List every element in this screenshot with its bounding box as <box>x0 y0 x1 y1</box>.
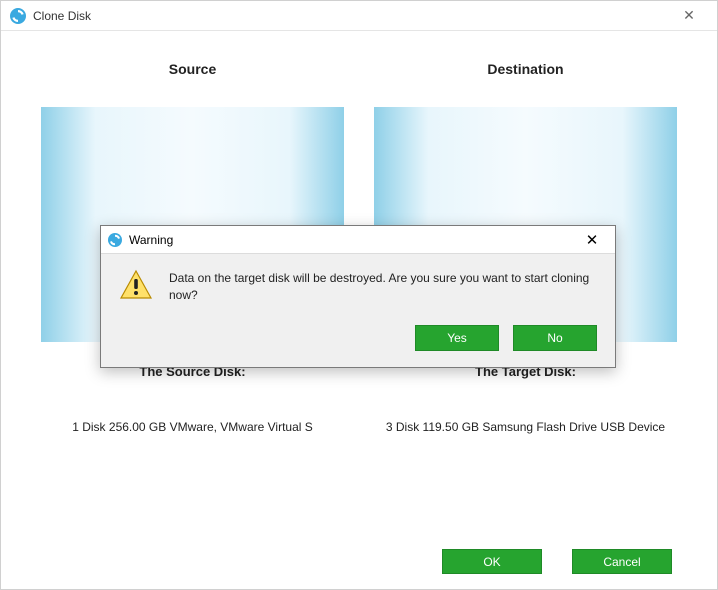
no-button[interactable]: No <box>513 325 597 351</box>
dialog-titlebar: Warning ✕ <box>101 226 615 254</box>
titlebar: Clone Disk ✕ <box>1 1 717 31</box>
bottom-bar: OK Cancel <box>1 534 717 589</box>
ok-button[interactable]: OK <box>442 549 542 574</box>
dialog-buttons: Yes No <box>101 319 615 367</box>
cancel-button[interactable]: Cancel <box>572 549 672 574</box>
dialog-body: Data on the target disk will be destroye… <box>101 254 615 319</box>
dialog-title: Warning <box>129 233 575 247</box>
warning-dialog: Warning ✕ Data on the target disk will b… <box>100 225 616 368</box>
dialog-message: Data on the target disk will be destroye… <box>169 268 597 305</box>
target-disk-desc: 3 Disk 119.50 GB Samsung Flash Drive USB… <box>374 419 677 436</box>
clone-disk-window: Clone Disk ✕ Source The Source Disk: 1 D… <box>0 0 718 590</box>
source-disk-desc: 1 Disk 256.00 GB VMware, VMware Virtual … <box>41 419 344 436</box>
app-icon <box>107 232 123 248</box>
app-icon <box>9 7 27 25</box>
close-icon[interactable]: ✕ <box>575 231 609 249</box>
source-heading: Source <box>41 61 344 77</box>
destination-heading: Destination <box>374 61 677 77</box>
warning-icon <box>119 268 153 302</box>
close-icon[interactable]: ✕ <box>669 7 709 24</box>
yes-button[interactable]: Yes <box>415 325 499 351</box>
window-title: Clone Disk <box>33 9 669 23</box>
